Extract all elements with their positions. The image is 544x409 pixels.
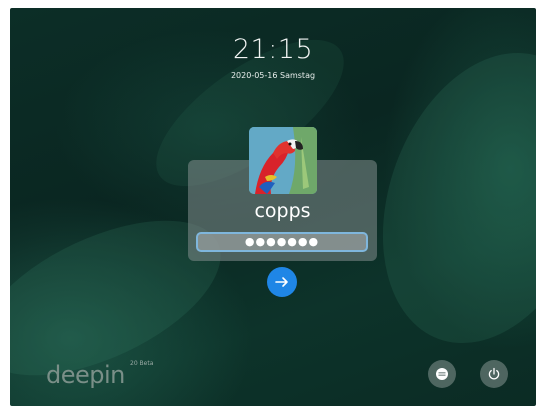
lock-screen: 21:15 2020-05-16 Samstag copps ●●●●●●● d… [10,8,536,406]
password-field[interactable]: ●●●●●●● [196,232,368,252]
clock-time: 21:15 [232,34,314,65]
arrow-right-icon [275,277,288,287]
login-button[interactable] [267,267,297,297]
user-avatar[interactable] [249,127,317,194]
switch-user-icon [436,368,448,380]
power-button[interactable] [480,360,508,388]
username-label: copps [254,200,311,222]
power-icon [488,367,500,380]
brand-logo: deepin [46,361,125,389]
switch-user-button[interactable] [428,360,456,388]
parrot-avatar-icon [249,127,317,194]
clock-date: 2020-05-16 Samstag [230,71,316,80]
brand-version: 20 Beta [130,360,154,367]
